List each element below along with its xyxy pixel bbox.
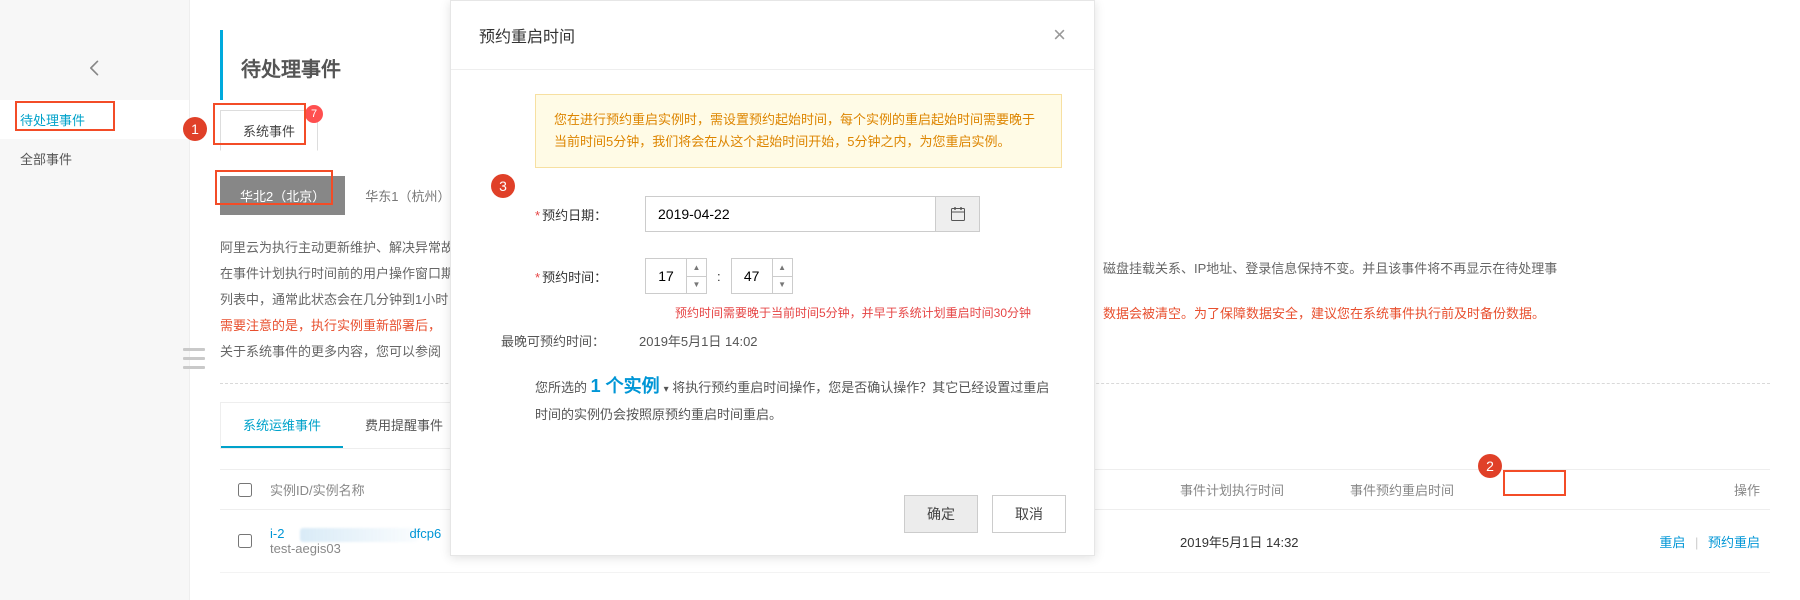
time-label: *预约时间： [535, 267, 645, 286]
chevron-left-icon [85, 58, 105, 78]
schedule-restart-modal: 预约重启时间 × 您在进行预约重启实例时，需设置预约起始时间，每个实例的重启起始… [450, 0, 1095, 556]
tab-system-events[interactable]: 系统事件 7 [220, 110, 318, 151]
chevron-down-icon: ▾ [664, 381, 669, 399]
sidebar: 待处理事件 全部事件 [0, 0, 190, 600]
time-hint: 预约时间需要晚于当前时间5分钟，并早于系统计划重启时间30分钟 [675, 304, 1062, 321]
minute-down[interactable]: ▼ [773, 277, 792, 294]
ok-button[interactable]: 确定 [904, 495, 978, 533]
date-input[interactable] [646, 197, 935, 231]
modal-title: 预约重启时间 [479, 23, 575, 47]
cell-plan-time: 2019年5月1日 14:32 [1180, 532, 1350, 551]
doc-number-2: 2 [1478, 454, 1502, 478]
region-tab-beijing[interactable]: 华北2（北京） [220, 176, 345, 215]
th-plan-time: 事件计划执行时间 [1180, 480, 1350, 499]
minute-spinner: ▲ ▼ [731, 258, 793, 294]
confirm-text: 您所选的 1 个实例▾ 将执行预约重启时间操作，您是否确认操作？其它已经设置过重… [535, 370, 1062, 426]
sub-tab-billing-events[interactable]: 费用提醒事件 [343, 403, 465, 448]
close-icon: × [1053, 22, 1066, 47]
back-button[interactable] [75, 48, 115, 88]
action-restart[interactable]: 重启 [1659, 535, 1685, 550]
hour-down[interactable]: ▼ [687, 277, 706, 294]
tab-label: 系统事件 [243, 124, 295, 139]
latest-value: 2019年5月1日 14:02 [639, 331, 758, 350]
instance-count-link[interactable]: 1 个实例 [591, 376, 660, 396]
action-schedule-restart[interactable]: 预约重启 [1708, 535, 1760, 550]
doc-number-1: 1 [183, 117, 207, 141]
sub-tab-ops-events[interactable]: 系统运维事件 [221, 403, 343, 448]
th-schedule-time: 事件预约重启时间 [1350, 480, 1500, 499]
doc-number-3: 3 [491, 174, 515, 198]
minute-up[interactable]: ▲ [773, 259, 792, 277]
cancel-button[interactable]: 取消 [992, 495, 1066, 533]
modal-alert: 您在进行预约重启实例时，需设置预约起始时间，每个实例的重启起始时间需要晚于当前时… [535, 94, 1062, 168]
select-all-checkbox[interactable] [238, 483, 252, 497]
th-ops: 操作 [1500, 480, 1770, 499]
latest-label: 最晚可预约时间： [501, 331, 639, 350]
nav-pending-events[interactable]: 待处理事件 [0, 100, 189, 139]
minute-input[interactable] [732, 259, 772, 293]
hamburger-icon[interactable] [180, 348, 208, 369]
nav-all-events[interactable]: 全部事件 [0, 139, 189, 178]
info-peek-line: 磁盘挂载关系、IP地址、登录信息保持不变。并且该事件将不再显示在待处理事 [1103, 258, 1557, 277]
instance-id-prefix: i-2 [270, 526, 284, 541]
date-label: *预约日期： [535, 205, 645, 224]
modal-close-button[interactable]: × [1053, 24, 1066, 46]
calendar-icon [950, 206, 966, 222]
calendar-button[interactable] [935, 197, 979, 231]
date-input-group [645, 196, 980, 232]
hour-input[interactable] [646, 259, 686, 293]
tab-badge: 7 [305, 105, 323, 123]
info-peek-warning: 数据会被清空。为了保障数据安全，建议您在系统事件执行前及时备份数据。 [1103, 303, 1545, 322]
redacted-smudge [300, 528, 418, 542]
row-checkbox[interactable] [238, 534, 252, 548]
hour-up[interactable]: ▲ [687, 259, 706, 277]
hour-spinner: ▲ ▼ [645, 258, 707, 294]
time-colon: : [717, 269, 721, 284]
